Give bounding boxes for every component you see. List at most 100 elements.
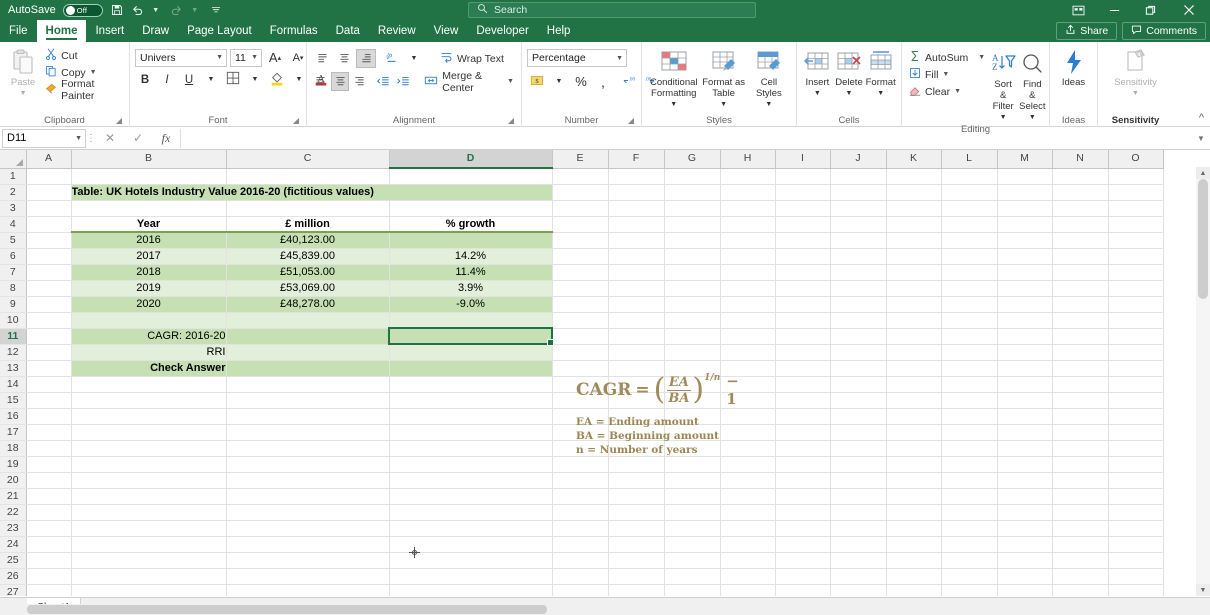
cell-F15[interactable] [608,392,665,409]
cell-L17[interactable] [941,424,998,441]
cell-D17[interactable] [389,424,553,441]
cell-O9[interactable] [1108,296,1164,313]
cell-F26[interactable] [608,568,665,585]
cell-H6[interactable] [720,248,776,265]
row-header-23[interactable]: 23 [0,520,27,537]
scroll-down-icon[interactable]: ▼ [1196,584,1210,596]
cell-B19[interactable] [71,456,227,473]
cell-A15[interactable] [26,392,72,409]
cell-J17[interactable] [830,424,887,441]
cell-O1[interactable] [1108,168,1164,185]
cell-L20[interactable] [941,472,998,489]
cell-N22[interactable] [1052,504,1109,521]
cell-I5[interactable] [775,232,831,249]
autosum-button[interactable]: AutoSum ▼ [907,49,987,66]
cell-A7[interactable] [26,264,72,281]
tab-help[interactable]: Help [538,20,580,42]
cell-H11[interactable] [720,328,776,345]
cell-G6[interactable] [664,248,721,265]
scroll-up-icon[interactable]: ▲ [1196,167,1210,179]
cell-N13[interactable] [1052,360,1109,377]
cell-O10[interactable] [1108,312,1164,329]
cell-A27[interactable] [26,584,72,596]
cell-L14[interactable] [941,376,998,393]
cell-M3[interactable] [997,200,1053,217]
cell-E7[interactable] [552,264,609,281]
cell-B11[interactable]: CAGR: 2016-20 [71,328,227,345]
cell-N10[interactable] [1052,312,1109,329]
row-header-7[interactable]: 7 [0,264,27,281]
cell-F8[interactable] [608,280,665,297]
cell-L1[interactable] [941,168,998,185]
cell-M6[interactable] [997,248,1053,265]
cell-M27[interactable] [997,584,1053,596]
cell-L13[interactable] [941,360,998,377]
cell-D26[interactable] [389,568,553,585]
delete-cells-dropdown-icon[interactable]: ▼ [846,88,853,99]
format-cells-button[interactable]: Format ▼ [865,45,896,99]
cell-N25[interactable] [1052,552,1109,569]
cell-E24[interactable] [552,536,609,553]
cell-I11[interactable] [775,328,831,345]
cell-K22[interactable] [886,504,942,521]
tab-home[interactable]: Home [36,20,87,42]
cell-L19[interactable] [941,456,998,473]
column-header-n[interactable]: N [1052,150,1109,169]
cell-B12[interactable]: RRI [71,344,227,361]
cell-L9[interactable] [941,296,998,313]
align-bottom-button[interactable] [356,49,376,68]
cell-N18[interactable] [1052,440,1109,457]
cell-M20[interactable] [997,472,1053,489]
cell-L6[interactable] [941,248,998,265]
cell-J18[interactable] [830,440,887,457]
orientation-button[interactable]: ab [382,49,402,68]
cell-N14[interactable] [1052,376,1109,393]
cell-B23[interactable] [71,520,227,537]
cell-F10[interactable] [608,312,665,329]
cell-L24[interactable] [941,536,998,553]
horizontal-scrollbar[interactable] [27,604,1182,615]
cell-J25[interactable] [830,552,887,569]
cell-K25[interactable] [886,552,942,569]
cell-N27[interactable] [1052,584,1109,596]
cell-K13[interactable] [886,360,942,377]
cell-styles-dropdown-icon[interactable]: ▼ [765,99,772,110]
copy-dropdown-icon[interactable]: ▼ [90,69,97,76]
column-header-k[interactable]: K [886,150,942,169]
cell-K26[interactable] [886,568,942,585]
cell-C13[interactable] [226,360,390,377]
tab-file[interactable]: File [0,20,37,42]
cell-N6[interactable] [1052,248,1109,265]
cell-C21[interactable] [226,488,390,505]
cell-B4[interactable]: Year [71,215,227,233]
fill-color-dropdown-icon[interactable]: ▼ [289,70,309,89]
cell-I25[interactable] [775,552,831,569]
cell-E4[interactable] [552,216,609,233]
cell-K15[interactable] [886,392,942,409]
cell-C4[interactable]: £ million [226,215,390,233]
cell-D25[interactable] [389,552,553,569]
cell-O19[interactable] [1108,456,1164,473]
cell-H4[interactable] [720,216,776,233]
cell-G5[interactable] [664,232,721,249]
cell-J21[interactable] [830,488,887,505]
cell-M23[interactable] [997,520,1053,537]
cell-M1[interactable] [997,168,1053,185]
cell-K1[interactable] [886,168,942,185]
cell-M24[interactable] [997,536,1053,553]
fill-dropdown-icon[interactable]: ▼ [942,71,949,78]
cell-H14[interactable] [720,376,776,393]
cell-E26[interactable] [552,568,609,585]
alignment-dialog-launcher-icon[interactable]: ◢ [508,114,514,127]
row-header-21[interactable]: 21 [0,488,27,505]
row-header-22[interactable]: 22 [0,504,27,521]
cell-K17[interactable] [886,424,942,441]
align-top-button[interactable] [312,49,332,68]
sort-filter-dropdown-icon[interactable]: ▼ [1000,112,1007,123]
column-header-f[interactable]: F [608,150,665,169]
italic-button[interactable]: I [157,70,177,89]
find-select-dropdown-icon[interactable]: ▼ [1029,112,1036,123]
cell-J23[interactable] [830,520,887,537]
cell-K16[interactable] [886,408,942,425]
cell-G9[interactable] [664,296,721,313]
